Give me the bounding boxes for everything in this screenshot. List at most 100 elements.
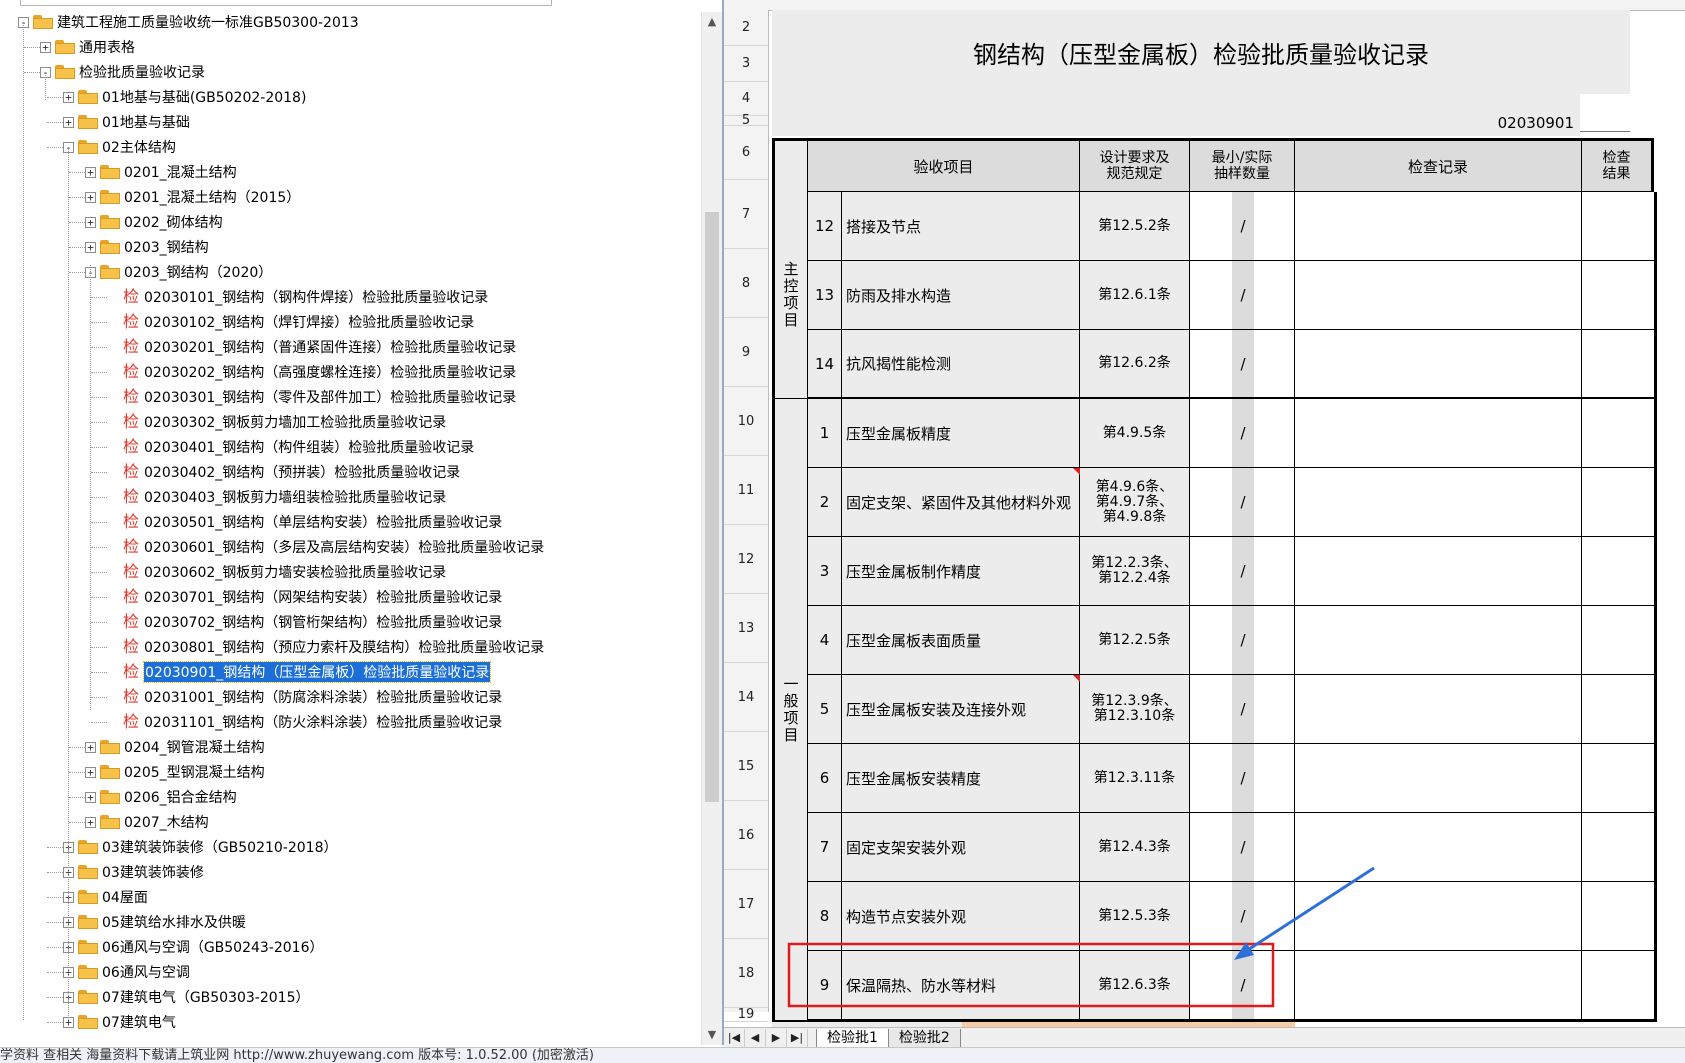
tree-item-folder[interactable]: +03建筑装饰装修 <box>63 860 204 884</box>
inspection-item[interactable]: 固定支架、紧固件及其他材料外观 <box>842 468 1080 537</box>
expand-icon[interactable]: + <box>40 41 51 53</box>
check-record-cell[interactable] <box>1295 606 1582 675</box>
scroll-down-icon[interactable]: ▼ <box>702 1025 722 1045</box>
tree-item-form[interactable]: 检 02030401_钢结构（构件组装）检验批质量验收记录 <box>107 435 474 459</box>
check-record-cell[interactable] <box>1295 951 1582 1020</box>
check-record-cell[interactable] <box>1295 675 1582 744</box>
tree-item-form[interactable]: 检 02030402_钢结构（预拼装）检验批质量验收记录 <box>107 460 460 484</box>
min-sample-cell[interactable] <box>1190 882 1232 951</box>
expand-icon[interactable]: + <box>63 91 74 103</box>
tree-item-label[interactable]: 02主体结构 <box>102 137 176 157</box>
spec-clause[interactable]: 第12.2.3条、 第12.2.4条 <box>1080 537 1190 606</box>
row-number[interactable]: 17 <box>724 870 768 939</box>
check-result-cell[interactable] <box>1582 399 1654 468</box>
actual-sample-cell[interactable] <box>1254 606 1295 675</box>
tree-item-folder[interactable]: - 检验批质量验收记录 <box>40 60 205 84</box>
tree-item-folder[interactable]: -02主体结构 <box>63 135 176 159</box>
expand-icon[interactable]: + <box>85 216 96 228</box>
check-result-cell[interactable] <box>1582 192 1654 261</box>
row-number[interactable]: 10 <box>724 387 768 456</box>
tree-item-label[interactable]: 02030202_钢结构（高强度螺栓连接）检验批质量验收记录 <box>144 362 516 382</box>
tree-item-label[interactable]: 0207_木结构 <box>124 812 209 832</box>
inspection-item[interactable]: 固定支架安装外观 <box>842 813 1080 882</box>
check-record-cell[interactable] <box>1295 330 1582 399</box>
tree-item-label[interactable]: 02030601_钢结构（多层及高层结构安装）检验批质量验收记录 <box>144 537 544 557</box>
tree-item-label[interactable]: 0203_钢结构 <box>124 237 209 257</box>
min-sample-cell[interactable] <box>1190 813 1232 882</box>
tree-scrollbar[interactable]: ▲ ▼ <box>701 12 722 1045</box>
tree-item-folder[interactable]: +04屋面 <box>63 885 148 909</box>
prev-sheet-icon[interactable]: ◀ <box>745 1029 766 1047</box>
tree-item-label[interactable]: 通用表格 <box>79 37 135 57</box>
tree-item-folder[interactable]: +0206_铝合金结构 <box>85 785 237 809</box>
check-result-cell[interactable] <box>1582 675 1654 744</box>
row-number[interactable]: 9 <box>724 318 768 387</box>
check-result-cell[interactable] <box>1582 882 1654 951</box>
form-code[interactable]: 02030901 <box>772 94 1580 136</box>
row-number[interactable]: 5 <box>724 113 768 128</box>
check-result-cell[interactable] <box>1582 330 1654 399</box>
tree-item-label[interactable]: 0201_混凝土结构（2015） <box>124 187 300 207</box>
tree-item-label[interactable]: 02030702_钢结构（钢管桁架结构）检验批质量验收记录 <box>144 612 502 632</box>
tree-item-label[interactable]: 02031001_钢结构（防腐涂料涂装）检验批质量验收记录 <box>144 687 502 707</box>
min-sample-cell[interactable] <box>1190 330 1232 399</box>
sample-slash[interactable]: / <box>1232 192 1254 261</box>
tree-item-form[interactable]: 检 02030201_钢结构（普通紧固件连接）检验批质量验收记录 <box>107 335 516 359</box>
check-record-cell[interactable] <box>1295 882 1582 951</box>
tree-item-label[interactable]: 01地基与基础 <box>102 112 190 132</box>
inspection-item[interactable]: 防雨及排水构造 <box>842 261 1080 330</box>
inspection-item[interactable]: 压型金属板制作精度 <box>842 537 1080 606</box>
tree-item-folder[interactable]: +07建筑电气（GB50303-2015） <box>63 985 309 1009</box>
expand-icon[interactable]: + <box>85 741 96 753</box>
actual-sample-cell[interactable] <box>1254 261 1295 330</box>
actual-sample-cell[interactable] <box>1254 330 1295 399</box>
actual-sample-cell[interactable] <box>1254 813 1295 882</box>
tree-item-folder[interactable]: +0207_木结构 <box>85 810 209 834</box>
min-sample-cell[interactable] <box>1190 744 1232 813</box>
tree-item-label[interactable]: 0206_铝合金结构 <box>124 787 237 807</box>
tree-item-form[interactable]: 检 02030102_钢结构（焊钉焊接）检验批质量验收记录 <box>107 310 474 334</box>
check-result-cell[interactable] <box>1582 951 1654 1020</box>
tree-item-label[interactable]: 02030201_钢结构（普通紧固件连接）检验批质量验收记录 <box>144 337 516 357</box>
check-result-cell[interactable] <box>1582 813 1654 882</box>
tree-item-label[interactable]: 02030102_钢结构（焊钉焊接）检验批质量验收记录 <box>144 312 474 332</box>
tree-item-folder[interactable]: -0203_钢结构（2020） <box>85 260 272 284</box>
min-sample-cell[interactable] <box>1190 468 1232 537</box>
inspection-item[interactable]: 构造节点安装外观 <box>842 882 1080 951</box>
check-record-cell[interactable] <box>1295 261 1582 330</box>
inspection-item[interactable]: 保温隔热、防水等材料 <box>842 951 1080 1020</box>
actual-sample-cell[interactable] <box>1254 399 1295 468</box>
sample-slash[interactable]: / <box>1232 468 1254 537</box>
row-number[interactable]: 16 <box>724 801 768 870</box>
tree-item-label[interactable]: 02030403_钢板剪力墙组装检验批质量验收记录 <box>144 487 446 507</box>
tree-item-label[interactable]: 01地基与基础(GB50202-2018) <box>102 87 306 107</box>
check-record-cell[interactable] <box>1295 813 1582 882</box>
item-number[interactable]: 1 <box>808 399 842 468</box>
tree-item-form[interactable]: 检 02030302_钢板剪力墙加工检验批质量验收记录 <box>107 410 446 434</box>
spec-clause[interactable]: 第12.3.9条、 第12.3.10条 <box>1080 675 1190 744</box>
tree-item-folder[interactable]: +07建筑电气 <box>63 1010 176 1034</box>
item-number[interactable]: 5 <box>808 675 842 744</box>
item-number[interactable]: 6 <box>808 744 842 813</box>
spec-clause[interactable]: 第12.5.2条 <box>1080 192 1190 261</box>
comment-indicator-icon[interactable] <box>1073 468 1080 475</box>
expand-icon[interactable]: + <box>85 241 96 253</box>
tree-item-form[interactable]: 检 02030301_钢结构（零件及部件加工）检验批质量验收记录 <box>107 385 516 409</box>
item-number[interactable]: 13 <box>808 261 842 330</box>
row-number[interactable]: 4 <box>724 82 768 116</box>
spec-clause[interactable]: 第12.6.2条 <box>1080 330 1190 399</box>
tree-item-label[interactable]: 02030402_钢结构（预拼装）检验批质量验收记录 <box>144 462 460 482</box>
tree-item-label[interactable]: 02030501_钢结构（单层结构安装）检验批质量验收记录 <box>144 512 502 532</box>
inspection-item[interactable]: 压型金属板安装及连接外观 <box>842 675 1080 744</box>
row-number[interactable]: 3 <box>724 46 768 82</box>
tree-item-label[interactable]: 07建筑电气（GB50303-2015） <box>102 987 309 1007</box>
tree-item-label[interactable]: 0205_型钢混凝土结构 <box>124 762 265 782</box>
row-number[interactable]: 6 <box>724 126 768 180</box>
tree-item-form[interactable]: 检 02030602_钢板剪力墙安装检验批质量验收记录 <box>107 560 446 584</box>
spec-clause[interactable]: 第4.9.5条 <box>1080 399 1190 468</box>
sample-slash[interactable]: / <box>1232 813 1254 882</box>
first-sheet-icon[interactable]: |◀ <box>724 1029 745 1047</box>
item-number[interactable]: 12 <box>808 192 842 261</box>
scroll-thumb[interactable] <box>705 212 719 802</box>
tree-item-folder[interactable]: +01地基与基础(GB50202-2018) <box>63 85 306 109</box>
